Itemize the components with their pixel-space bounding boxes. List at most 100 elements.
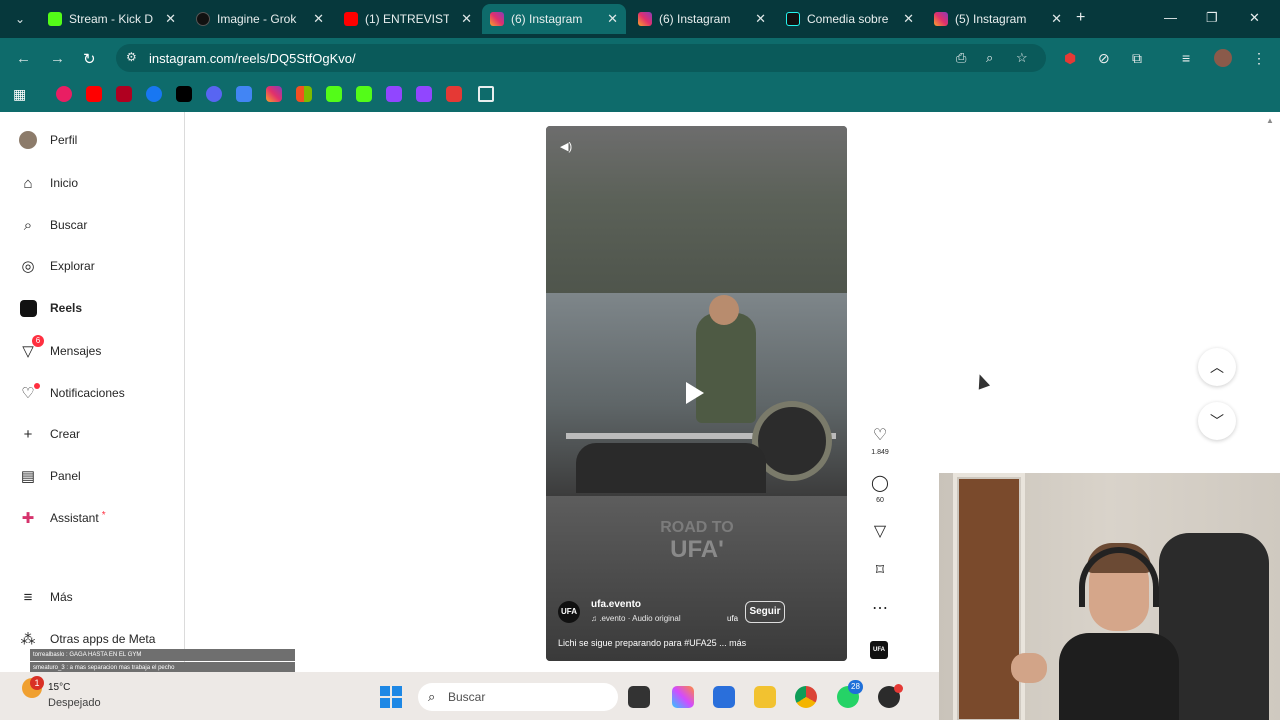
follow-button[interactable]: Seguir <box>745 601 785 623</box>
close-icon[interactable]: ✕ <box>1051 11 1062 27</box>
copilot-icon[interactable] <box>672 686 694 708</box>
reel-video[interactable]: ◀) ROAD TO UFA' UFA ufa.evento ♫ .evento… <box>546 126 847 661</box>
apps-grid-icon[interactable]: ▦ <box>13 86 29 102</box>
windows-start-icon[interactable] <box>380 686 402 708</box>
tab-tiktok[interactable]: Comedia sobre ✕ <box>778 4 922 34</box>
volume-icon[interactable]: ◀) <box>560 140 572 153</box>
tab-youtube[interactable]: (1) ENTREVISTA ✕ <box>336 4 480 34</box>
bookmarks-bar: ▦ <box>0 78 1280 112</box>
avatar-icon <box>18 130 38 150</box>
sidebar-item-inicio[interactable]: ⌂ Inicio <box>18 171 78 195</box>
bookmark-star-icon[interactable]: ☆ <box>1016 50 1028 66</box>
bookmark-twitch-icon[interactable] <box>416 86 432 102</box>
task-view-icon[interactable] <box>628 686 650 708</box>
taskbar-search[interactable]: ⌕ Buscar <box>418 683 618 711</box>
media-controls-icon[interactable]: ≡ <box>1182 50 1190 66</box>
tab-kick[interactable]: Stream - Kick Da ✕ <box>40 4 184 34</box>
bookmark-instagram-icon[interactable] <box>266 86 282 102</box>
reel-caption[interactable]: Lichi se sigue preparando para #UFA25 ..… <box>558 638 746 648</box>
bookmark-translate-icon[interactable] <box>236 86 252 102</box>
weather-desc[interactable]: Despejado <box>48 697 101 709</box>
bookmark-bolt-icon[interactable] <box>446 86 462 102</box>
sidebar-item-assistant[interactable]: ✚ Assistant * <box>18 506 106 530</box>
compass-icon: ◎ <box>21 258 35 275</box>
chrome-icon[interactable] <box>795 686 817 708</box>
bookmark-facebook-icon[interactable] <box>146 86 162 102</box>
sidebar-item-reels[interactable]: Reels <box>18 296 82 320</box>
restore-icon[interactable]: ❐ <box>1206 10 1218 26</box>
sidebar-item-notificaciones[interactable]: ♡ Notificaciones <box>18 381 125 405</box>
bookmark-twitch-icon[interactable] <box>386 86 402 102</box>
bookmark-x-icon[interactable] <box>176 86 192 102</box>
search-icon: ⌕ <box>23 216 33 234</box>
bookmark-discord-icon[interactable] <box>206 86 222 102</box>
sidebar-item-crear[interactable]: + Crear <box>18 422 80 446</box>
weather-temp[interactable]: 15°C <box>48 682 70 693</box>
whatsapp-badge: 28 <box>848 680 863 694</box>
bookmark-kick-icon[interactable] <box>326 86 342 102</box>
like-heart-icon[interactable]: ♡ <box>868 425 892 445</box>
collab-label[interactable]: ufa <box>727 614 738 623</box>
close-icon[interactable]: ✕ <box>903 11 914 27</box>
author-avatar[interactable]: UFA <box>558 601 580 623</box>
tab-instagram[interactable]: (6) Instagram ✕ <box>630 4 774 34</box>
url-bar[interactable]: ⚙ instagram.com/reels/DQ5StfOgKvo/ ⎙ ⌕ ☆ <box>116 44 1046 72</box>
file-explorer-icon[interactable] <box>754 686 776 708</box>
messenger-icon: ▽ 6 <box>18 335 44 361</box>
profile-avatar-icon[interactable] <box>1214 49 1232 67</box>
kick-icon <box>48 12 62 26</box>
bookmark-netflix-icon[interactable] <box>116 86 132 102</box>
previous-reel-button[interactable]: ︿ <box>1198 348 1236 386</box>
bookmark-music-icon[interactable] <box>56 86 72 102</box>
sidebar-item-otras-apps[interactable]: ⁂ Otras apps de Meta <box>18 627 156 651</box>
extensions-puzzle-icon[interactable]: ⧉ <box>1132 50 1142 67</box>
comment-icon[interactable]: ◯ <box>868 473 892 493</box>
sidebar-item-mas[interactable]: ≡ Más <box>18 585 73 609</box>
scrollbar-up-icon[interactable]: ▲ <box>1266 116 1274 125</box>
next-reel-button[interactable]: ﹀ <box>1198 402 1236 440</box>
bookmark-microsoft-icon[interactable] <box>296 86 312 102</box>
share-icon[interactable]: ▽ <box>868 521 892 541</box>
play-icon[interactable] <box>686 382 704 404</box>
tab-search-chevron-icon[interactable]: ⌄ <box>8 8 32 30</box>
author-username[interactable]: ufa.evento <box>591 599 641 610</box>
sidebar-item-perfil[interactable]: Perfil <box>18 128 77 152</box>
spotter-figure <box>696 313 756 423</box>
install-app-icon[interactable]: ⎙ <box>956 50 966 66</box>
sidebar-item-buscar[interactable]: ⌕ Buscar <box>18 213 88 237</box>
tab-instagram-active[interactable]: (6) Instagram ✕ <box>482 4 626 34</box>
close-icon[interactable]: ✕ <box>755 11 766 27</box>
save-bookmark-icon[interactable]: ⌑ <box>868 560 892 580</box>
close-icon[interactable]: ✕ <box>607 11 618 27</box>
audio-thumbnail[interactable]: UFA <box>870 641 888 659</box>
site-info-icon[interactable]: ⚙ <box>126 50 137 64</box>
tab-instagram[interactable]: (5) Instagram ✕ <box>926 4 1070 34</box>
extension-compass-icon[interactable]: ⊘ <box>1098 50 1110 67</box>
extension-shield-icon[interactable]: ⬢ <box>1064 50 1076 67</box>
minimize-icon[interactable]: — <box>1164 10 1177 25</box>
sidebar-item-explorar[interactable]: ◎ Explorar <box>18 254 94 278</box>
window-close-icon[interactable]: ✕ <box>1249 10 1260 26</box>
back-arrow-icon[interactable]: ← <box>16 50 31 67</box>
audio-label[interactable]: ♫ .evento · Audio original <box>591 614 681 623</box>
sidebar-item-label: Perfil <box>50 133 78 147</box>
sidebar-item-panel[interactable]: ▤ Panel <box>18 464 81 488</box>
more-options-icon[interactable]: ⋯ <box>868 598 892 618</box>
store-icon[interactable] <box>713 686 735 708</box>
close-icon[interactable]: ✕ <box>461 11 472 27</box>
sidebar-item-label: Panel <box>50 469 81 483</box>
tab-grok[interactable]: Imagine - Grok ✕ <box>188 4 332 34</box>
close-icon[interactable]: ✕ <box>313 11 324 27</box>
bookmark-folder-icon[interactable] <box>478 86 494 102</box>
kebab-menu-icon[interactable]: ⋮ <box>1252 50 1266 67</box>
zoom-icon[interactable]: ⌕ <box>986 50 993 66</box>
close-icon[interactable]: ✕ <box>165 11 176 27</box>
video-frame[interactable] <box>546 293 847 496</box>
new-tab-button[interactable]: + <box>1076 9 1085 27</box>
sidebar-item-mensajes[interactable]: ▽ 6 Mensajes <box>18 335 101 363</box>
reload-icon[interactable]: ↻ <box>83 50 96 68</box>
url-text[interactable]: instagram.com/reels/DQ5StfOgKvo/ <box>149 51 356 66</box>
bookmark-youtube-icon[interactable] <box>86 86 102 102</box>
bookmark-kick-icon[interactable] <box>356 86 372 102</box>
forward-arrow-icon[interactable]: → <box>50 50 65 67</box>
